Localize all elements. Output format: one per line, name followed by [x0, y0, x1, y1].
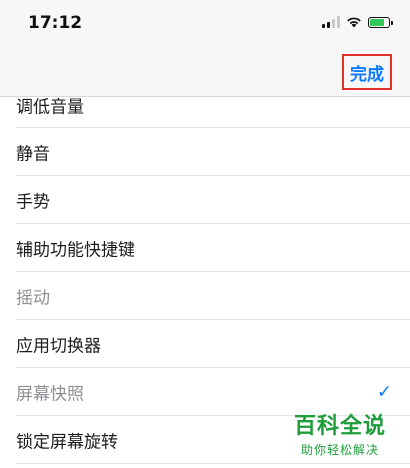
list-item[interactable]: 应用切换器 [16, 320, 410, 368]
wifi-icon [347, 17, 361, 28]
list-item[interactable]: 手势 [16, 176, 410, 224]
status-icons [322, 16, 393, 28]
checkmark-icon: ✓ [376, 381, 392, 402]
watermark-title: 百科全说 [293, 414, 386, 439]
status-bar: 17:12 [0, 0, 410, 48]
list-item-label: 锁定屏幕旋转 [16, 432, 118, 452]
settings-list: 调低音量静音手势辅助功能快捷键 摇动应用切换器屏幕快照 ✓ 锁定屏幕旋转 [0, 82, 410, 464]
list-item[interactable]: 调低音量 [16, 82, 410, 128]
list-item-label: 手势 [16, 192, 50, 212]
list-item-label: 屏幕快照 [16, 384, 84, 404]
list-item-label: 调低音量 [16, 97, 84, 117]
list-item-label: 静音 [16, 144, 50, 164]
status-time: 17:12 [28, 13, 83, 33]
list-item[interactable]: 摇动 [16, 272, 410, 320]
signal-icon [322, 16, 340, 28]
list-item-label: 辅助功能快捷键 [16, 240, 135, 260]
battery-icon [368, 16, 393, 28]
list-item[interactable]: 辅助功能快捷键 [16, 224, 410, 272]
list-item-label: 应用切换器 [16, 336, 101, 356]
list-item[interactable]: 静音 [16, 128, 410, 176]
watermark: 百科全说 助你轻松解决 [284, 408, 396, 458]
watermark-subtitle: 助你轻松解决 [300, 443, 379, 457]
battery-level [370, 18, 384, 26]
list-item-label: 摇动 [16, 288, 50, 308]
